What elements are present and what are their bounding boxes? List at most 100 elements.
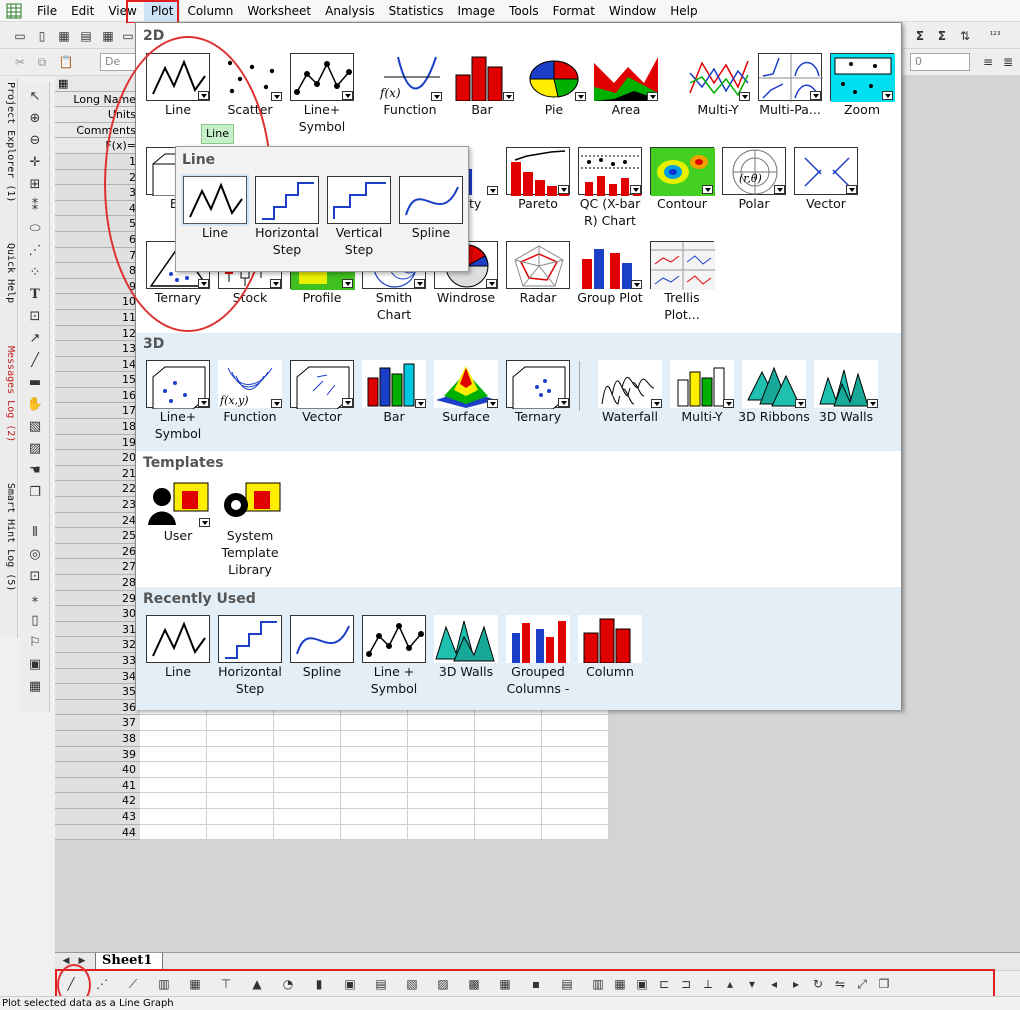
- cell[interactable]: [542, 777, 609, 794]
- cell[interactable]: [274, 824, 341, 841]
- cell[interactable]: [207, 777, 274, 794]
- cell[interactable]: [140, 777, 207, 794]
- cell[interactable]: [475, 808, 542, 825]
- chevron-down-icon[interactable]: [487, 186, 498, 195]
- cell[interactable]: [207, 746, 274, 763]
- columns-icon[interactable]: ⦀: [22, 522, 48, 542]
- row-number[interactable]: 36: [55, 699, 140, 716]
- row-number[interactable]: 21: [55, 465, 140, 482]
- row-number[interactable]: 34: [55, 668, 140, 685]
- export-icon[interactable]: ▣: [22, 654, 48, 674]
- chevron-down-icon[interactable]: [575, 92, 586, 101]
- layers-icon[interactable]: ⚐: [22, 632, 48, 652]
- cell[interactable]: [408, 762, 475, 778]
- line-style-icon[interactable]: ≡: [978, 53, 998, 71]
- cell[interactable]: [475, 824, 542, 841]
- chevron-down-icon[interactable]: [795, 399, 806, 408]
- menu-item-recent-spline[interactable]: Spline: [286, 615, 358, 680]
- sort-icon[interactable]: ⇅: [955, 27, 975, 45]
- graph-tool-icon[interactable]: ▨: [22, 438, 48, 458]
- chevron-down-icon[interactable]: [415, 399, 426, 408]
- menu-window[interactable]: Window: [602, 1, 663, 21]
- menu-item-2d-zoom[interactable]: Zoom: [826, 53, 898, 118]
- data-selector-icon[interactable]: ⁑: [22, 196, 48, 216]
- chevron-down-icon[interactable]: [342, 398, 353, 407]
- menu-item-recent-line-symbol[interactable]: Line + Symbol: [358, 615, 430, 697]
- cell[interactable]: [341, 730, 408, 747]
- line-tool-icon[interactable]: ╱: [22, 350, 48, 370]
- chevron-down-icon[interactable]: [271, 92, 282, 101]
- cell[interactable]: [140, 793, 207, 809]
- chevron-down-icon[interactable]: [867, 399, 878, 408]
- menu-item-3d-surface[interactable]: Surface: [430, 360, 502, 425]
- chevron-down-icon[interactable]: [486, 279, 497, 288]
- row-number[interactable]: 20: [55, 450, 140, 466]
- menu-item-3d-function[interactable]: f(x,y) Function: [214, 360, 286, 425]
- cell[interactable]: [542, 715, 609, 731]
- chevron-down-icon[interactable]: [198, 398, 209, 407]
- menu-item-3d-ribbons[interactable]: 3D Ribbons: [738, 360, 810, 425]
- row-number[interactable]: 44: [55, 824, 140, 841]
- pointer-icon[interactable]: ↖: [22, 86, 48, 106]
- row-number[interactable]: 12: [55, 325, 140, 342]
- cell[interactable]: [542, 793, 609, 809]
- menu-item-template-user[interactable]: User: [142, 479, 214, 544]
- rectangle-tool-icon[interactable]: ▬: [22, 372, 48, 392]
- chevron-down-icon[interactable]: [647, 92, 658, 101]
- menu-item-recent-line[interactable]: Line: [142, 615, 214, 680]
- menu-item-template-system-library[interactable]: System Template Library: [214, 479, 286, 578]
- menu-column[interactable]: Column: [180, 1, 240, 21]
- row-number[interactable]: 13: [55, 341, 140, 357]
- new-matrix-icon[interactable]: ▦: [98, 27, 118, 45]
- cell[interactable]: [341, 746, 408, 763]
- menu-item-2d-group-plot[interactable]: Group Plot: [574, 241, 646, 306]
- menu-item-2d-bar[interactable]: Bar: [446, 53, 518, 118]
- row-number[interactable]: 33: [55, 652, 140, 669]
- tab-quick-help[interactable]: Quick Help: [1, 243, 16, 303]
- draw-data-icon[interactable]: ⋰: [22, 240, 48, 260]
- table-tool-icon[interactable]: ⊡: [22, 306, 48, 326]
- menu-item-3d-bar[interactable]: Bar: [358, 360, 430, 425]
- cell[interactable]: [475, 746, 542, 763]
- tab-project-explorer[interactable]: Project Explorer (1): [1, 82, 16, 202]
- mask-icon[interactable]: ⬭: [22, 218, 48, 238]
- cell[interactable]: [140, 730, 207, 747]
- tab-messages-log[interactable]: Messages Log (2): [1, 346, 16, 442]
- cell[interactable]: [341, 824, 408, 841]
- new-project-icon[interactable]: ▭: [10, 27, 30, 45]
- cell[interactable]: [408, 746, 475, 763]
- row-number[interactable]: 40: [55, 762, 140, 778]
- new-sheet-icon[interactable]: ▤: [76, 27, 96, 45]
- row-number[interactable]: 43: [55, 808, 140, 825]
- recalc-icon[interactable]: ◎: [22, 544, 48, 564]
- cell[interactable]: [475, 730, 542, 747]
- chevron-down-icon[interactable]: [846, 185, 857, 194]
- cut-icon[interactable]: ✂: [10, 53, 30, 71]
- regional-icon[interactable]: ⁘: [22, 262, 48, 282]
- zoom-out-icon[interactable]: ⊖: [22, 130, 48, 150]
- row-number[interactable]: 39: [55, 746, 140, 763]
- cell[interactable]: [341, 762, 408, 778]
- menu-item-3d-waterfall[interactable]: Waterfall: [594, 360, 666, 425]
- cell[interactable]: [542, 824, 609, 841]
- sheet-tab-sheet1[interactable]: Sheet1: [95, 953, 164, 970]
- menu-help[interactable]: Help: [663, 1, 704, 21]
- cell[interactable]: [408, 777, 475, 794]
- cell[interactable]: [207, 808, 274, 825]
- menu-file[interactable]: File: [30, 1, 64, 21]
- submenu-spline[interactable]: Spline: [395, 176, 467, 241]
- menu-item-2d-contour[interactable]: Contour: [646, 147, 718, 212]
- notes-icon[interactable]: ▯: [22, 610, 48, 630]
- row-number[interactable]: 18: [55, 419, 140, 435]
- cell[interactable]: [274, 730, 341, 747]
- row-number[interactable]: 15: [55, 372, 140, 388]
- menu-item-recent-column[interactable]: Column: [574, 615, 646, 680]
- sum-icon[interactable]: Σ: [910, 27, 930, 45]
- row-number[interactable]: 30: [55, 606, 140, 622]
- chevron-down-icon[interactable]: [739, 92, 750, 101]
- row-number[interactable]: 24: [55, 512, 140, 529]
- chevron-down-icon[interactable]: [342, 279, 353, 288]
- row-number[interactable]: 26: [55, 543, 140, 560]
- chevron-down-icon[interactable]: [882, 91, 893, 100]
- gadget-icon[interactable]: ⊡: [22, 566, 48, 586]
